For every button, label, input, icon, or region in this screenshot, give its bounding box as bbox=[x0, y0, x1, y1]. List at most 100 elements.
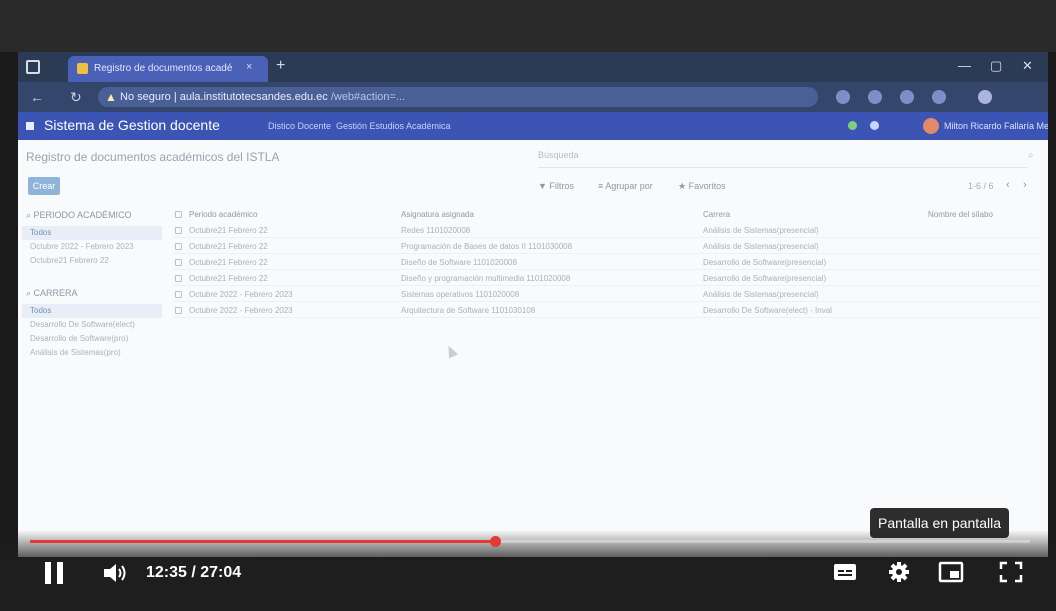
page-title: Registro de documentos académicos del IS… bbox=[26, 150, 280, 164]
settings-gear-icon[interactable] bbox=[886, 560, 912, 584]
new-tab-icon[interactable]: + bbox=[276, 57, 285, 75]
maximize-icon[interactable]: ▢ bbox=[990, 58, 1002, 74]
security-label: No seguro bbox=[120, 91, 171, 103]
tab-favicon-icon bbox=[77, 63, 88, 74]
sidebar-item-periodo-todos[interactable]: Todos bbox=[22, 226, 162, 240]
security-warning-icon: ▲ bbox=[105, 90, 117, 104]
sidebar-item-periodo-2021[interactable]: Octubre21 Febrero 22 bbox=[22, 254, 162, 268]
column-header-asignatura[interactable]: Asignatura asignada bbox=[401, 210, 474, 219]
filter-sidebar: ⌕ PERIODO ACADÉMICO Todos Octubre 2022 -… bbox=[18, 210, 168, 557]
window-menu-icon[interactable] bbox=[26, 60, 40, 74]
url-text: aula.institutotecsandes.edu.ec bbox=[179, 91, 328, 103]
app-top-bar: Sistema de Gestion docente Distico Docen… bbox=[18, 112, 1048, 140]
time-display: 12:35 / 27:04 bbox=[146, 564, 242, 581]
cell-asignatura: Redes 1101020008 bbox=[401, 226, 471, 235]
url-path: /web#action=... bbox=[330, 91, 406, 103]
table-row[interactable]: Octubre21 Febrero 22 Diseño y programaci… bbox=[173, 272, 1043, 286]
cell-periodo: Octubre21 Febrero 22 bbox=[189, 258, 268, 267]
cell-asignatura: Diseño y programación multimedia 1101020… bbox=[401, 274, 571, 283]
menu-item-gestion[interactable]: Gestión Estudios Académica bbox=[336, 121, 451, 131]
sidebar-item-periodo-2022[interactable]: Octubre 2022 - Febrero 2023 bbox=[22, 240, 162, 254]
reload-icon[interactable]: ↻ bbox=[70, 89, 82, 106]
chat-icon[interactable] bbox=[848, 121, 857, 130]
row-checkbox[interactable] bbox=[175, 291, 182, 298]
address-bar: ← ↻ ▲ No seguro | aula.institutotecsande… bbox=[18, 82, 1048, 112]
search-icon[interactable]: ⌕ bbox=[1028, 150, 1034, 161]
table-row[interactable]: Octubre 2022 - Febrero 2023 Sistemas ope… bbox=[173, 288, 1043, 302]
select-all-checkbox[interactable] bbox=[175, 211, 182, 218]
filters-button[interactable]: ▼ Filtros bbox=[538, 181, 574, 191]
close-window-icon[interactable]: ✕ bbox=[1022, 58, 1033, 74]
subtitles-icon[interactable] bbox=[832, 560, 858, 584]
cell-periodo: Octubre 2022 - Febrero 2023 bbox=[189, 290, 293, 299]
table-row[interactable]: Octubre 2022 - Febrero 2023 Arquitectura… bbox=[173, 304, 1043, 318]
user-name[interactable]: Milton Ricardo Fallaría Mendoza bbox=[944, 121, 1048, 131]
cell-carrera: Análisis de Sistemas(presencial) bbox=[703, 226, 819, 235]
extension-icon[interactable] bbox=[836, 90, 850, 104]
avatar[interactable] bbox=[923, 118, 939, 134]
video-progress-bar[interactable] bbox=[30, 536, 1030, 547]
column-header-periodo[interactable]: Periodo académico bbox=[189, 210, 257, 219]
row-checkbox[interactable] bbox=[175, 227, 182, 234]
table-row[interactable]: Octubre21 Febrero 22 Diseño de Software … bbox=[173, 256, 1043, 270]
cell-periodo: Octubre 2022 - Febrero 2023 bbox=[189, 306, 293, 315]
cell-periodo: Octubre21 Febrero 22 bbox=[189, 242, 268, 251]
video-top-band bbox=[0, 0, 1056, 52]
cell-carrera: Análisis de Sistemas(presencial) bbox=[703, 290, 819, 299]
volume-icon[interactable] bbox=[102, 562, 128, 584]
search-input[interactable]: Búsqueda bbox=[538, 150, 1028, 168]
pager-next-icon[interactable]: › bbox=[1023, 179, 1027, 191]
miniplayer-icon[interactable] bbox=[938, 560, 964, 584]
browser-window: Registro de documentos acadé × + — ▢ ✕ ←… bbox=[18, 52, 1048, 557]
pager-prev-icon[interactable]: ‹ bbox=[1006, 179, 1010, 191]
tab-title: Registro de documentos acadé bbox=[94, 63, 233, 74]
sidebar-item-carrera-desarrollo-pro[interactable]: Desarrollo de Software(pro) bbox=[22, 332, 162, 346]
row-checkbox[interactable] bbox=[175, 275, 182, 282]
cell-carrera: Desarrollo De Software(elect) - Inval bbox=[703, 306, 832, 315]
activity-icon[interactable] bbox=[870, 121, 879, 130]
tab-close-icon[interactable]: × bbox=[246, 61, 252, 73]
sidebar-item-carrera-desarrollo-elect[interactable]: Desarrollo De Software(elect) bbox=[22, 318, 162, 332]
row-checkbox[interactable] bbox=[175, 243, 182, 250]
pager-value[interactable]: 1-6 / 6 bbox=[968, 181, 994, 191]
pause-button[interactable] bbox=[44, 562, 64, 584]
app-title: Sistema de Gestion docente bbox=[44, 117, 220, 133]
browser-tab[interactable]: Registro de documentos acadé bbox=[68, 56, 268, 82]
cell-carrera: Análisis de Sistemas(presencial) bbox=[703, 242, 819, 251]
cell-asignatura: Sistemas operativos 1101020008 bbox=[401, 290, 520, 299]
sidebar-item-carrera-todos[interactable]: Todos bbox=[22, 304, 162, 318]
cell-carrera: Desarrollo de Software(presencial) bbox=[703, 274, 827, 283]
create-button[interactable]: Crear bbox=[28, 177, 60, 195]
cell-carrera: Desarrollo de Software(presencial) bbox=[703, 258, 827, 267]
row-checkbox[interactable] bbox=[175, 259, 182, 266]
row-checkbox[interactable] bbox=[175, 307, 182, 314]
cell-asignatura: Programación de Bases de datos II 110103… bbox=[401, 242, 573, 251]
table-row[interactable]: Octubre21 Febrero 22 Redes 1101020008 An… bbox=[173, 224, 1043, 238]
sidebar-heading-periodo: ⌕ PERIODO ACADÉMICO bbox=[26, 210, 132, 220]
back-icon[interactable]: ← bbox=[30, 89, 44, 105]
fullscreen-icon[interactable] bbox=[998, 560, 1024, 584]
video-progress-fill bbox=[30, 540, 495, 543]
favorites-button[interactable]: ★ Favoritos bbox=[678, 181, 726, 192]
browser-tab-bar: Registro de documentos acadé × + — ▢ ✕ bbox=[18, 52, 1048, 82]
minimize-icon[interactable]: — bbox=[958, 58, 971, 73]
cell-periodo: Octubre21 Febrero 22 bbox=[189, 226, 268, 235]
collections-icon[interactable] bbox=[900, 90, 914, 104]
favorites-icon[interactable] bbox=[868, 90, 882, 104]
video-scrubber-handle[interactable] bbox=[490, 536, 501, 547]
sidebar-heading-carrera: ⌕ CARRERA bbox=[26, 288, 78, 298]
column-header-silabo[interactable]: Nombre del sílabo bbox=[928, 210, 993, 219]
table-row[interactable]: Octubre21 Febrero 22 Programación de Bas… bbox=[173, 240, 1043, 254]
search-placeholder: Búsqueda bbox=[538, 150, 579, 160]
cell-asignatura: Diseño de Software 1101020008 bbox=[401, 258, 517, 267]
url-input[interactable]: ▲ No seguro | aula.institutotecsandes.ed… bbox=[98, 87, 818, 107]
sidebar-item-carrera-analisis[interactable]: Análisis de Sistemas(pro) bbox=[22, 346, 162, 360]
column-header-carrera[interactable]: Carrera bbox=[703, 210, 730, 219]
cell-asignatura: Arquitectura de Software 1101030108 bbox=[401, 306, 536, 315]
profile-icon[interactable] bbox=[978, 90, 992, 104]
menu-item-docente[interactable]: Distico Docente bbox=[268, 121, 331, 131]
account-icon[interactable] bbox=[932, 90, 946, 104]
group-by-button[interactable]: ≡ Agrupar por bbox=[598, 181, 653, 191]
app-menu-icon[interactable] bbox=[26, 122, 34, 130]
main-content: Registro de documentos académicos del IS… bbox=[18, 140, 1048, 557]
